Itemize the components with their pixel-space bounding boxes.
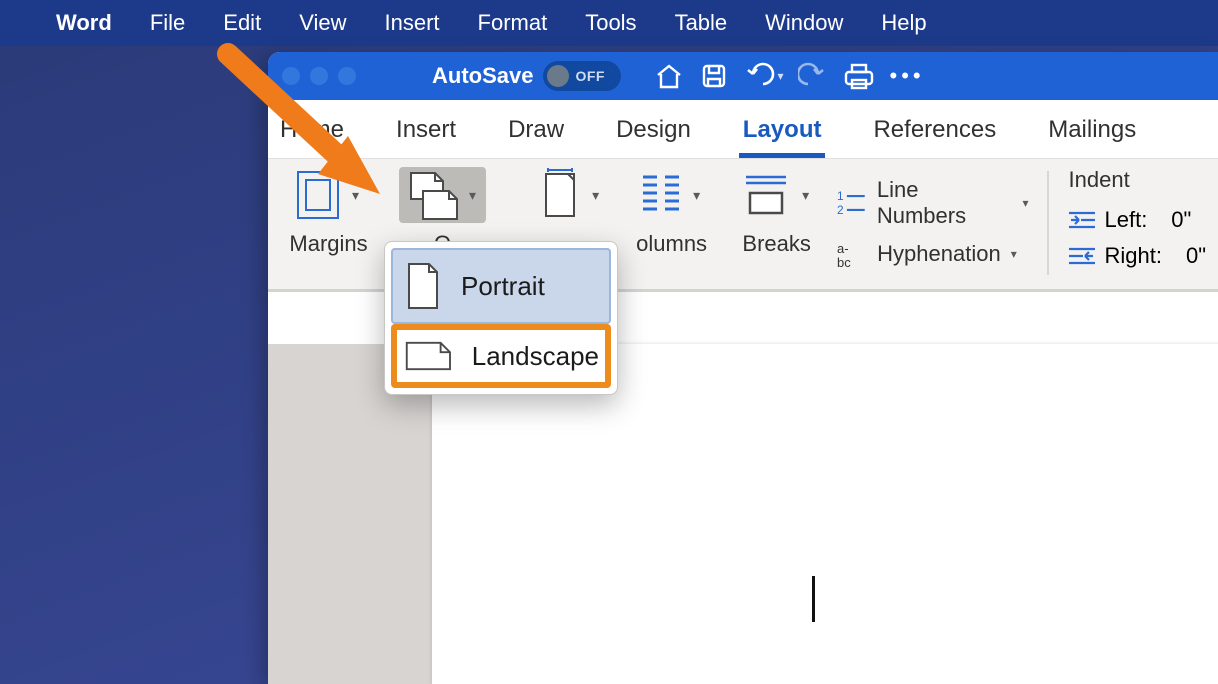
chevron-down-icon: ▾ [1023,196,1029,210]
size-icon [538,168,582,222]
hyphenation-icon: a-bc [837,239,867,269]
breaks-button[interactable]: ▾ Breaks [734,167,819,257]
autosave-state: OFF [575,68,605,84]
indent-title: Indent [1069,167,1206,193]
svg-text:2: 2 [837,203,844,217]
portrait-label: Portrait [461,271,545,302]
landscape-label: Landscape [472,341,599,372]
portrait-icon [403,260,443,312]
svg-text:1: 1 [837,189,844,203]
more-icon[interactable]: ••• [890,63,925,89]
window-controls [282,67,356,85]
margins-button[interactable]: ▾ Margins [288,167,369,257]
autosave: AutoSave OFF [432,61,621,91]
group-columns: ▾ olumns [621,167,722,279]
chevron-down-icon: ▾ [689,187,704,204]
breaks-label: Breaks [742,231,810,257]
columns-label-partial: olumns [636,231,707,257]
tab-insert[interactable]: Insert [392,108,460,158]
group-indent: Indent Left: 0" Right: 0" [1057,167,1218,279]
tab-home[interactable]: Home [276,108,348,158]
titlebar: AutoSave OFF ▾ ••• [268,52,1218,100]
indent-left-label: Left: [1105,207,1148,233]
save-icon[interactable] [699,61,729,91]
window-minimize[interactable] [310,67,328,85]
autosave-toggle[interactable]: OFF [543,61,621,91]
svg-text:bc: bc [837,255,851,269]
toggle-knob [547,65,569,87]
print-icon[interactable] [842,61,876,91]
menu-help[interactable]: Help [881,10,926,36]
menu-window[interactable]: Window [765,10,843,36]
menu-table[interactable]: Table [675,10,728,36]
orientation-portrait[interactable]: Portrait [391,248,611,324]
hyphenation-label: Hyphenation [877,241,1001,267]
tab-references[interactable]: References [869,108,1000,158]
indent-left-value[interactable]: 0" [1157,207,1191,233]
indent-left-row: Left: 0" [1069,207,1206,233]
line-numbers-label: Line Numbers [877,177,1013,229]
hyphenation-button[interactable]: a-bc Hyphenation ▾ [837,239,1028,269]
indent-right-row: Right: 0" [1069,243,1206,269]
menu-format[interactable]: Format [478,10,548,36]
columns-button[interactable]: ▾ olumns [633,167,710,257]
indent-right-label: Right: [1105,243,1162,269]
landscape-icon [403,336,454,376]
chevron-down-icon: ▾ [588,187,603,204]
orientation-landscape[interactable]: Landscape [391,324,611,388]
indent-right-icon [1069,245,1095,267]
macos-menubar: Word File Edit View Insert Format Tools … [0,0,1218,46]
document-page[interactable] [432,344,1218,684]
margins-icon [294,168,342,222]
menu-view[interactable]: View [299,10,346,36]
columns-icon [639,171,683,219]
window-close[interactable] [282,67,300,85]
menu-insert[interactable]: Insert [384,10,439,36]
word-window: AutoSave OFF ▾ ••• Home Insert Draw Desi… [268,52,1218,684]
orientation-icon [405,167,459,223]
menu-app-name[interactable]: Word [56,10,112,36]
chevron-down-icon: ▾ [777,69,783,83]
group-breaks: ▾ Breaks [722,167,831,279]
document-area [268,344,1218,684]
breaks-icon [740,171,792,219]
menu-edit[interactable]: Edit [223,10,261,36]
undo-button[interactable]: ▾ [743,62,783,90]
divider [1047,171,1049,275]
menu-file[interactable]: File [150,10,185,36]
chevron-down-icon: ▾ [1011,247,1017,261]
autosave-label: AutoSave [432,63,533,89]
window-zoom[interactable] [338,67,356,85]
line-numbers-icon: 12 [837,188,867,218]
group-line-hyphen: 12 Line Numbers ▾ a-bc Hyphenation ▾ [837,167,1038,279]
chevron-down-icon: ▾ [348,187,363,204]
home-icon[interactable] [653,61,685,91]
indent-left-icon [1069,209,1095,231]
line-numbers-button[interactable]: 12 Line Numbers ▾ [837,177,1028,229]
text-cursor [812,576,815,622]
ribbon-tabs: Home Insert Draw Design Layout Reference… [268,100,1218,158]
tab-mailings[interactable]: Mailings [1044,108,1140,158]
tab-draw[interactable]: Draw [504,108,568,158]
menu-tools[interactable]: Tools [585,10,636,36]
indent-right-value[interactable]: 0" [1172,243,1206,269]
tab-design[interactable]: Design [612,108,695,158]
svg-text:a-: a- [837,241,849,256]
chevron-down-icon: ▾ [798,187,813,204]
redo-button[interactable] [798,62,828,90]
chevron-down-icon: ▾ [465,187,480,204]
group-margins: ▾ Margins [276,167,381,279]
tab-layout[interactable]: Layout [739,108,826,158]
ribbon-layout: ▾ Margins ▾ O ▾ . [268,158,1218,292]
orientation-dropdown: Portrait Landscape [384,241,618,395]
margins-label: Margins [289,231,367,257]
